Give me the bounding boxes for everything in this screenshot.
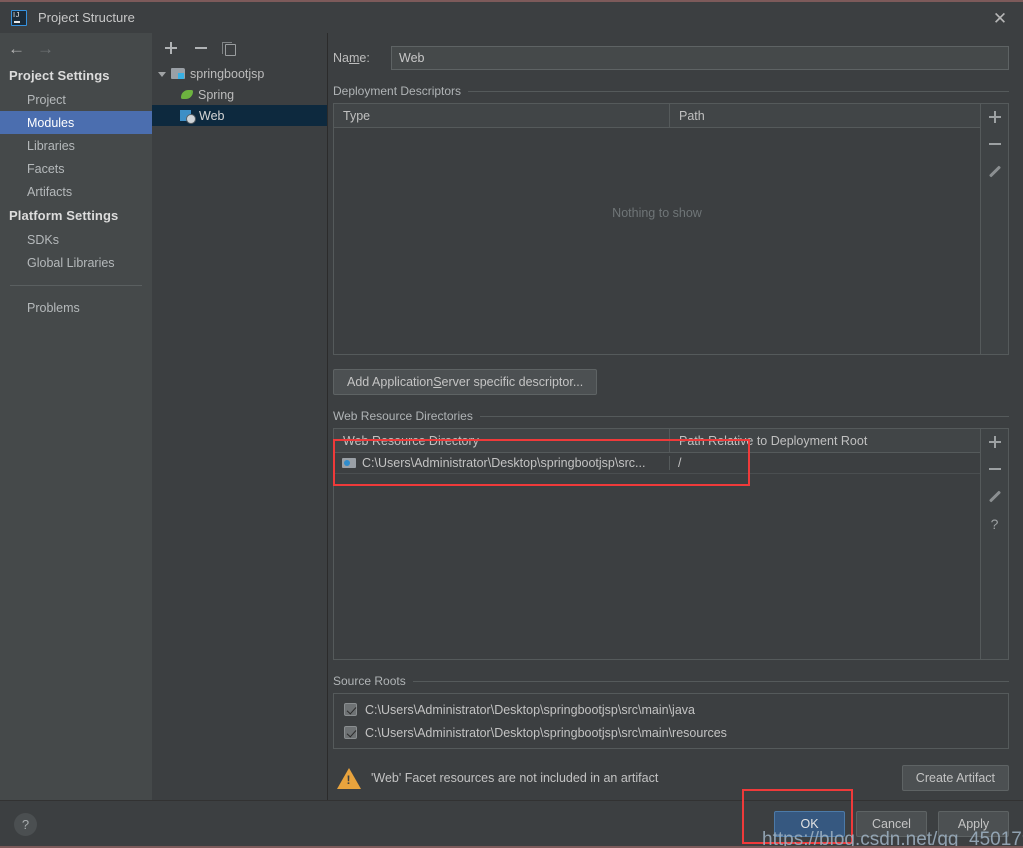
group-divider xyxy=(412,680,1009,682)
sidebar-item-label: Artifacts xyxy=(27,184,73,199)
cell-relative-path[interactable]: / xyxy=(669,456,980,470)
checkbox-checked-icon[interactable] xyxy=(344,726,357,739)
sidebar-group-platform-settings: Platform Settings xyxy=(9,208,119,223)
close-icon[interactable]: ✕ xyxy=(977,2,1023,35)
arrow-left-icon[interactable]: ← xyxy=(8,40,25,57)
copy-icon[interactable] xyxy=(222,41,236,56)
question-mark-icon[interactable]: ? xyxy=(991,515,999,533)
group-divider xyxy=(468,90,1009,92)
web-facet-icon xyxy=(180,109,196,124)
column-header-path[interactable]: Path xyxy=(669,104,980,127)
source-roots-group-header: Source Roots xyxy=(333,674,1009,688)
minus-icon[interactable] xyxy=(986,460,1004,478)
minus-icon[interactable] xyxy=(193,40,209,56)
group-label: Deployment Descriptors xyxy=(333,84,462,98)
spring-leaf-icon xyxy=(180,88,194,101)
list-item[interactable]: C:\Users\Administrator\Desktop\springboo… xyxy=(334,721,1008,744)
sidebar-item-facets[interactable]: Facets xyxy=(0,157,152,180)
group-label: Source Roots xyxy=(333,674,406,688)
sidebar-item-artifacts[interactable]: Artifacts xyxy=(0,180,152,203)
module-tree-toolbar xyxy=(152,33,327,63)
cell-text: C:\Users\Administrator\Desktop\springboo… xyxy=(362,456,646,470)
sidebar-item-label: SDKs xyxy=(27,232,59,247)
table-row[interactable]: C:\Users\Administrator\Desktop\springboo… xyxy=(334,453,980,474)
sidebar-item-label: Modules xyxy=(27,115,75,130)
cell-web-resource-directory[interactable]: C:\Users\Administrator\Desktop\springboo… xyxy=(334,456,669,470)
sidebar-item-label: Problems xyxy=(27,300,80,315)
sidebar-item-modules[interactable]: Modules xyxy=(0,111,152,134)
module-tree-panel: springbootjsp Spring Web xyxy=(152,33,328,800)
sidebar-item-global-libraries[interactable]: Global Libraries xyxy=(0,251,152,274)
list-item[interactable]: C:\Users\Administrator\Desktop\springboo… xyxy=(334,698,1008,721)
web-folder-icon xyxy=(342,457,357,469)
facet-settings-panel: Name: Deployment Descriptors Type Path N… xyxy=(329,33,1023,800)
sidebar-item-label: Libraries xyxy=(27,138,75,153)
source-roots-list: C:\Users\Administrator\Desktop\springboo… xyxy=(333,693,1009,749)
add-descriptor-row: Add Application Server specific descript… xyxy=(333,369,1023,395)
question-mark-icon[interactable]: ? xyxy=(14,813,37,836)
navigation-arrows: ← → xyxy=(0,33,152,63)
tree-node-springbootjsp[interactable]: springbootjsp xyxy=(152,63,327,84)
sidebar-item-problems[interactable]: Problems xyxy=(0,296,152,319)
tree-node-spring[interactable]: Spring xyxy=(152,84,327,105)
sidebar-item-sdks[interactable]: SDKs xyxy=(0,228,152,251)
sidebar-item-label: Global Libraries xyxy=(27,255,115,270)
table-header-row: Type Path xyxy=(334,104,980,128)
window-titlebar: Project Structure ✕ xyxy=(0,0,1023,33)
arrow-right-icon[interactable]: → xyxy=(37,40,54,57)
settings-sidebar: ← → Project Settings Project Modules Lib… xyxy=(0,33,152,800)
tree-node-web[interactable]: Web xyxy=(152,105,327,126)
table-body[interactable]: Nothing to show xyxy=(334,128,980,355)
plus-icon[interactable] xyxy=(986,433,1004,451)
empty-state-message: Nothing to show xyxy=(612,206,702,220)
sidebar-divider xyxy=(10,285,142,286)
tree-node-label: springbootjsp xyxy=(190,66,265,81)
plus-icon[interactable] xyxy=(986,108,1004,126)
chevron-down-icon[interactable] xyxy=(158,72,166,77)
group-divider xyxy=(479,415,1009,417)
warning-triangle-icon xyxy=(337,767,361,789)
web-resource-directories-toolbar: ? xyxy=(980,429,1008,659)
add-application-server-descriptor-button[interactable]: Add Application Server specific descript… xyxy=(333,369,598,395)
pencil-icon[interactable] xyxy=(988,165,1001,178)
intellij-idea-logo-icon xyxy=(11,9,27,26)
tree-node-label: Web xyxy=(199,108,225,123)
source-root-path: C:\Users\Administrator\Desktop\springboo… xyxy=(365,725,727,740)
sidebar-group-project-settings: Project Settings xyxy=(9,68,110,83)
tree-node-label: Spring xyxy=(198,87,235,102)
create-artifact-button[interactable]: Create Artifact xyxy=(901,765,1009,791)
table-header-row: Web Resource Directory Path Relative to … xyxy=(334,429,980,453)
sidebar-item-libraries[interactable]: Libraries xyxy=(0,134,152,157)
artifact-warning-row: 'Web' Facet resources are not included i… xyxy=(337,765,1023,791)
web-resource-directories-group-header: Web Resource Directories xyxy=(333,409,1009,423)
checkbox-checked-icon[interactable] xyxy=(344,703,357,716)
table-body[interactable]: C:\Users\Administrator\Desktop\springboo… xyxy=(334,453,980,474)
name-input[interactable] xyxy=(391,46,1009,70)
warning-message: 'Web' Facet resources are not included i… xyxy=(371,771,659,785)
column-header-web-resource-directory[interactable]: Web Resource Directory xyxy=(334,429,669,452)
sidebar-item-label: Project xyxy=(27,92,66,107)
window-title: Project Structure xyxy=(38,10,135,25)
sidebar-item-project[interactable]: Project xyxy=(0,88,152,111)
pencil-icon[interactable] xyxy=(988,490,1001,503)
module-icon xyxy=(171,67,186,80)
sidebar-item-label: Facets xyxy=(27,161,65,176)
deployment-descriptors-table: Type Path Nothing to show xyxy=(333,103,1009,355)
minus-icon[interactable] xyxy=(986,135,1004,153)
name-label: Name: xyxy=(333,51,370,65)
column-header-type[interactable]: Type xyxy=(334,104,669,127)
column-header-path-relative[interactable]: Path Relative to Deployment Root xyxy=(669,429,980,452)
group-label: Web Resource Directories xyxy=(333,409,473,423)
web-resource-directories-table: Web Resource Directory Path Relative to … xyxy=(333,428,1009,660)
source-root-path: C:\Users\Administrator\Desktop\springboo… xyxy=(365,702,695,717)
plus-icon[interactable] xyxy=(163,40,179,56)
name-row: Name: xyxy=(329,33,1023,70)
deployment-descriptors-toolbar xyxy=(980,104,1008,354)
deployment-descriptors-group-header: Deployment Descriptors xyxy=(333,84,1009,98)
